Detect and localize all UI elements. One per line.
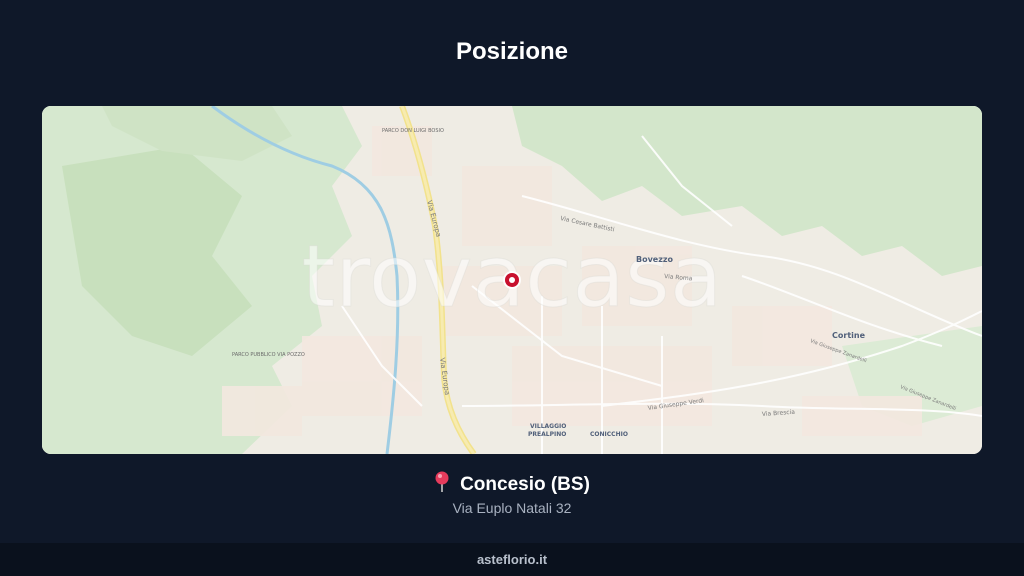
label-parco-bosio: PARCO DON LUIGI BOSIO: [382, 128, 444, 134]
map-canvas: trovacasa PARCO DON LUIGI BOSIO Via Euro…: [42, 106, 982, 454]
location-address: Via Euplo Natali 32: [452, 500, 572, 516]
label-prealpino: PREALPINO: [528, 431, 566, 438]
label-villaggio: VILLAGGIO: [530, 423, 566, 430]
round-pushpin-icon: [434, 471, 450, 499]
footer-site[interactable]: asteflorio.it: [477, 552, 547, 567]
page-title: Posizione: [455, 38, 569, 65]
label-bovezzo: Bovezzo: [636, 255, 674, 264]
label-parco-pozzo: PARCO PUBBLICO VIA POZZO: [232, 352, 305, 358]
footer: asteflorio.it: [0, 543, 1024, 576]
location-marker[interactable]: [503, 271, 521, 289]
label-conicchio: CONICCHIO: [590, 431, 628, 438]
location-city: Concesio (BS): [460, 474, 590, 495]
location-map[interactable]: trovacasa PARCO DON LUIGI BOSIO Via Euro…: [42, 106, 982, 454]
location-row: Concesio (BS): [0, 471, 1024, 499]
label-cortine: Cortine: [832, 331, 866, 340]
